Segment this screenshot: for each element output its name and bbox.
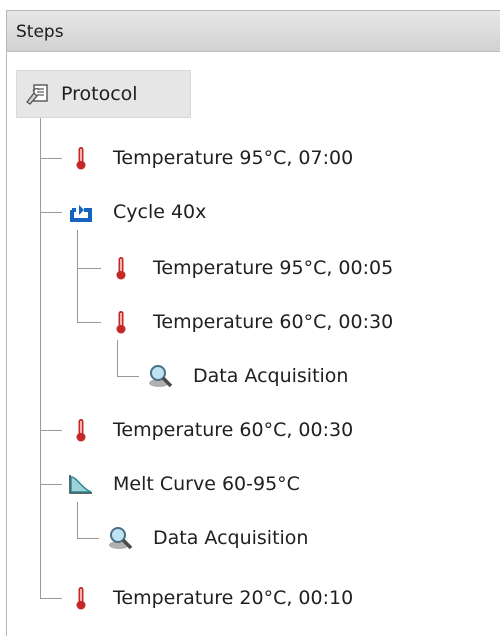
melt-curve-icon bbox=[67, 470, 95, 498]
thermometer-icon bbox=[107, 308, 135, 336]
data-acquisition-icon bbox=[107, 524, 135, 552]
tree-item-label: Data Acquisition bbox=[153, 527, 309, 549]
tree-item-label: Cycle 40x bbox=[113, 201, 207, 223]
tree-connector bbox=[117, 340, 118, 376]
tree-connector bbox=[40, 430, 62, 431]
tree-item-label: Temperature 95°C, 00:05 bbox=[153, 257, 394, 279]
tree-item-data-acquisition[interactable]: Data Acquisition bbox=[147, 359, 348, 393]
tree-item-melt-curve[interactable]: Melt Curve 60-95°C bbox=[67, 467, 300, 501]
tree-item-label: Data Acquisition bbox=[193, 365, 349, 387]
tree-connector bbox=[117, 376, 139, 377]
steps-panel: Steps Protocol Temperature 95°C, 07:00 C… bbox=[6, 10, 500, 636]
tree-item-temperature-20-0010[interactable]: Temperature 20°C, 00:10 bbox=[67, 581, 353, 615]
tree-connector bbox=[40, 598, 62, 599]
tree-root-protocol[interactable]: Protocol bbox=[16, 70, 191, 118]
tree-item-label: Temperature 60°C, 00:30 bbox=[153, 311, 394, 333]
tree-item-temperature-60-0030[interactable]: Temperature 60°C, 00:30 bbox=[67, 413, 353, 447]
tree-connector bbox=[77, 538, 99, 539]
tree-item-temperature-95-0700[interactable]: Temperature 95°C, 07:00 bbox=[67, 141, 353, 175]
thermometer-icon bbox=[107, 254, 135, 282]
steps-panel-header: Steps bbox=[7, 11, 500, 52]
thermometer-icon bbox=[67, 144, 95, 172]
tree-connector bbox=[77, 268, 101, 269]
tree-item-data-acquisition[interactable]: Data Acquisition bbox=[107, 521, 308, 555]
thermometer-icon bbox=[67, 416, 95, 444]
data-acquisition-icon bbox=[147, 362, 175, 390]
tree-connector bbox=[77, 502, 78, 538]
steps-tree: Protocol Temperature 95°C, 07:00 Cycle 4… bbox=[7, 52, 500, 636]
tree-item-temperature-60-0030[interactable]: Temperature 60°C, 00:30 bbox=[107, 305, 393, 339]
cycle-icon bbox=[67, 198, 95, 226]
tree-connector bbox=[40, 212, 62, 213]
tree-item-label: Melt Curve 60-95°C bbox=[113, 473, 300, 495]
tree-item-cycle-40x[interactable]: Cycle 40x bbox=[67, 195, 206, 229]
tree-item-temperature-95-0005[interactable]: Temperature 95°C, 00:05 bbox=[107, 251, 393, 285]
protocol-icon bbox=[23, 80, 51, 108]
tree-connector bbox=[77, 322, 101, 323]
tree-root-label: Protocol bbox=[61, 83, 138, 105]
steps-panel-title: Steps bbox=[16, 22, 64, 42]
thermometer-icon bbox=[67, 584, 95, 612]
tree-connector bbox=[40, 484, 62, 485]
tree-connector bbox=[40, 158, 62, 159]
tree-item-label: Temperature 20°C, 00:10 bbox=[113, 587, 354, 609]
tree-item-label: Temperature 60°C, 00:30 bbox=[113, 419, 354, 441]
tree-connector bbox=[77, 230, 78, 322]
tree-connector bbox=[40, 118, 41, 599]
tree-item-label: Temperature 95°C, 07:00 bbox=[113, 147, 354, 169]
